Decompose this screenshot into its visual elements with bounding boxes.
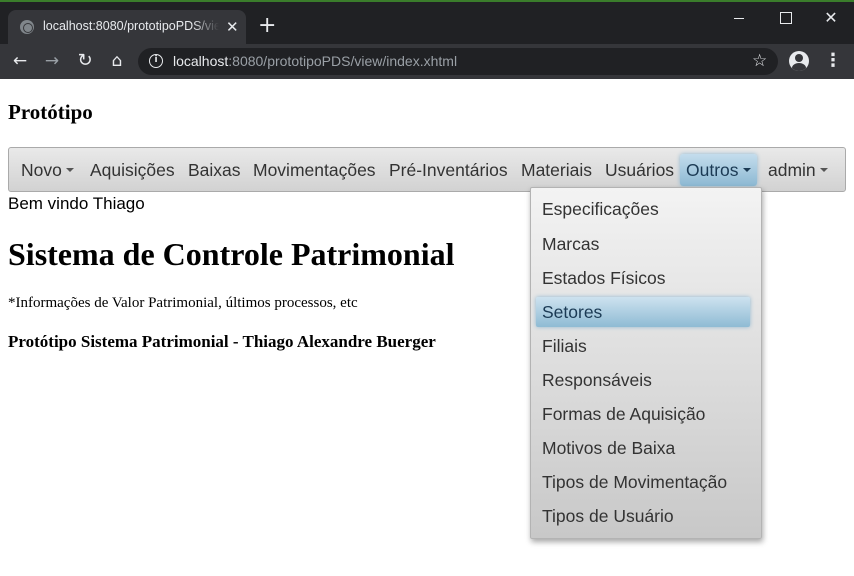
window-close-icon[interactable]: ✕: [816, 8, 846, 28]
dropdown-item-responsaveis[interactable]: Responsáveis: [536, 365, 750, 395]
info-icon[interactable]: i: [149, 54, 163, 68]
caret-down-icon: [742, 168, 751, 173]
menu-novo-label: Novo: [21, 160, 62, 180]
info-note: *Informações de Valor Patrimonial, últim…: [8, 295, 358, 311]
menu-aquisicoes[interactable]: Aquisições: [84, 154, 181, 186]
close-tab-icon[interactable]: ✕: [226, 17, 239, 37]
forward-icon[interactable]: →: [39, 49, 65, 73]
dropdown-item-tipos-movimentacao[interactable]: Tipos de Movimentação: [536, 467, 750, 497]
welcome-message: Bem vindo Thiago: [8, 194, 145, 213]
dropdown-item-estados-fisicos[interactable]: Estados Físicos: [536, 263, 750, 293]
page-brand: Protótipo: [8, 100, 93, 124]
caret-down-icon: [65, 168, 74, 173]
menu-novo[interactable]: Novo: [15, 154, 80, 186]
dropdown-item-especificacoes[interactable]: Especificações: [536, 194, 750, 224]
dropdown-item-marcas[interactable]: Marcas: [536, 229, 750, 259]
globe-icon: [20, 20, 34, 34]
new-tab-icon[interactable]: +: [258, 15, 276, 37]
reload-icon[interactable]: ↻: [72, 49, 98, 73]
caret-down-icon: [819, 168, 828, 173]
menu-movimentacoes[interactable]: Movimentações: [247, 154, 382, 186]
tab-title: localhost:8080/prototipoPDS/view/index.x…: [43, 19, 219, 33]
main-menubar: Novo Aquisições Baixas Movimentações Pré…: [8, 147, 846, 192]
dropdown-item-tipos-usuario[interactable]: Tipos de Usuário: [536, 501, 750, 531]
menu-materiais[interactable]: Materiais: [515, 154, 598, 186]
footer-note: Protótipo Sistema Patrimonial - Thiago A…: [8, 332, 436, 351]
dropdown-item-motivos-baixa[interactable]: Motivos de Baixa: [536, 433, 750, 463]
menu-outros-label: Outros: [686, 160, 739, 180]
browser-titlebar: localhost:8080/prototipoPDS/view/index.x…: [0, 0, 854, 46]
page-title: Sistema de Controle Patrimonial: [8, 236, 455, 272]
back-icon[interactable]: ←: [7, 49, 33, 73]
browser-toolbar: ← → ↻ ⌂ i localhost:8080/prototipoPDS/vi…: [0, 44, 854, 79]
star-icon[interactable]: ☆: [752, 50, 767, 72]
home-icon[interactable]: ⌂: [104, 49, 130, 73]
profile-icon[interactable]: [789, 51, 809, 71]
dropdown-item-filiais[interactable]: Filiais: [536, 331, 750, 361]
menu-usuarios[interactable]: Usuários: [599, 154, 680, 186]
more-icon[interactable]: ⋮: [824, 50, 842, 72]
menu-admin-label: admin: [768, 160, 816, 180]
url-host: localhost: [173, 53, 229, 69]
dropdown-item-formas-aquisicao[interactable]: Formas de Aquisição: [536, 399, 750, 429]
maximize-icon[interactable]: [770, 8, 800, 28]
address-url[interactable]: localhost:8080/prototipoPDS/view/index.x…: [173, 53, 457, 69]
menu-baixas[interactable]: Baixas: [182, 154, 247, 186]
minimize-icon[interactable]: [724, 8, 754, 28]
address-bar[interactable]: i localhost:8080/prototipoPDS/view/index…: [138, 48, 778, 75]
outros-dropdown: Especificações Marcas Estados Físicos Se…: [530, 187, 762, 539]
browser-tab[interactable]: localhost:8080/prototipoPDS/view/index.x…: [8, 10, 246, 46]
menu-pre-inventarios[interactable]: Pré-Inventários: [383, 154, 514, 186]
url-path: :8080/prototipoPDS/view/index.xhtml: [228, 53, 458, 69]
dropdown-item-setores[interactable]: Setores: [536, 297, 750, 327]
menu-admin[interactable]: admin: [762, 154, 834, 186]
menu-outros[interactable]: Outros: [680, 154, 757, 186]
